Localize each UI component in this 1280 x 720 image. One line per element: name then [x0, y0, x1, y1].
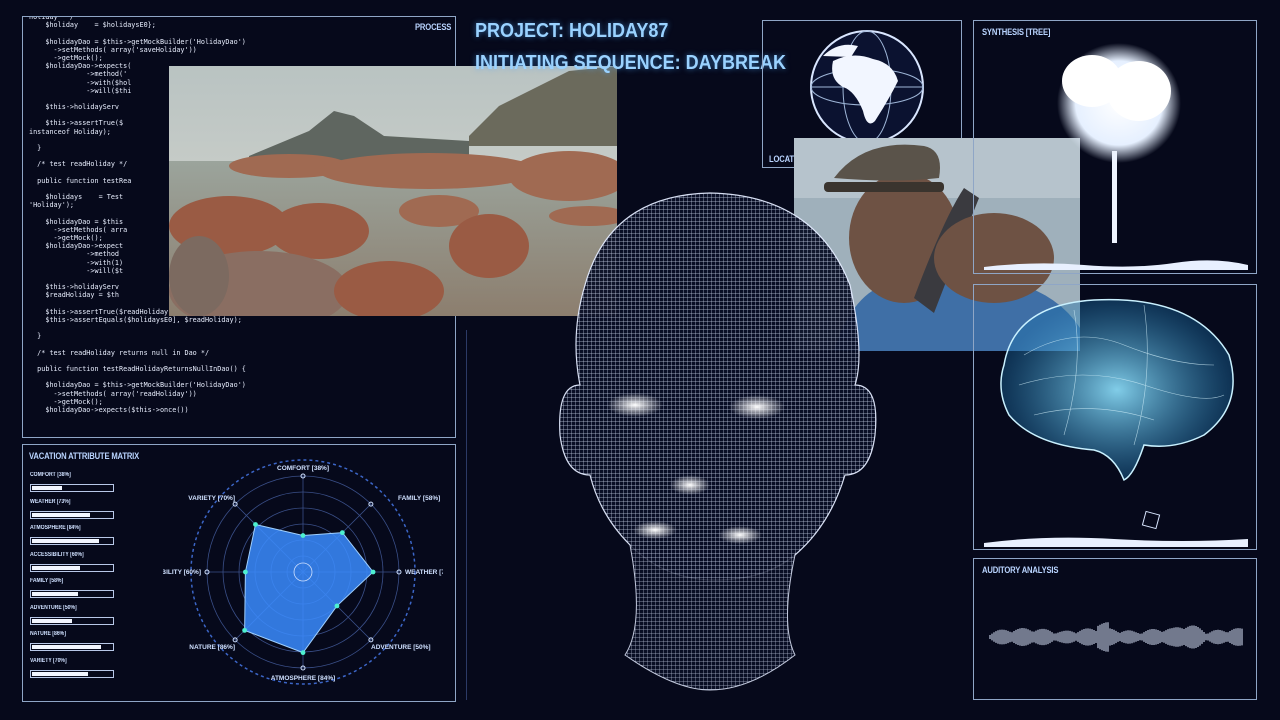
attribute-bar-fill	[32, 645, 101, 649]
process-title: PROCESS	[415, 22, 452, 32]
attribute-bar-fill	[32, 539, 100, 543]
attribute-bar-fill	[32, 618, 72, 623]
attribute-bar	[30, 563, 114, 572]
attribute-label: WEATHER [73%]	[30, 498, 71, 505]
attribute-label: FAMILY [58%]	[30, 578, 64, 584]
radar-point	[300, 533, 306, 538]
attribute-bar-fill	[32, 565, 80, 570]
sequence-title: INITIATING SEQUENCE: DAYBREAK	[475, 52, 787, 74]
radar-chart: COMFORT [38%] FAMILY [58%] WEATHER [73%] AD…	[163, 459, 443, 685]
attribute-label: ADVENTURE [50%]	[30, 604, 77, 611]
wireframe-head	[559, 192, 877, 691]
attribute-bar-fill	[32, 592, 79, 596]
attribute-bar	[30, 669, 114, 678]
radar-label-accessibility: ACCESSIBILITY [60%]	[163, 569, 201, 576]
attribute-label: NATURE [86%]	[30, 631, 66, 637]
attribute-bar	[30, 616, 114, 625]
radar-point	[243, 569, 248, 575]
center-divider	[466, 330, 467, 700]
attribute-bar-fill	[32, 512, 91, 517]
attribute-label: COMFORT [38%]	[30, 472, 71, 478]
radar-point	[242, 627, 248, 633]
code-line: public function testReadHolidayReturnsNu…	[29, 365, 246, 374]
attribute-label: ATMOSPHERE [84%]	[30, 525, 81, 531]
tree-visual	[984, 43, 1248, 270]
audio-waveform	[989, 622, 1243, 652]
attribute-bar	[30, 484, 114, 492]
radar-point	[339, 530, 345, 536]
radar-point	[370, 569, 376, 575]
code-line: }	[29, 332, 42, 341]
attribute-bar-fill	[32, 671, 88, 676]
radar-label-nature: NATURE [86%]	[189, 644, 235, 651]
code-line: ->getMock();	[29, 397, 103, 406]
project-title: PROJECT: HOLIDAY87	[475, 20, 669, 42]
radar-label-family: FAMILY [58%]	[398, 495, 440, 502]
radar-label-atmosphere: ATMOSPHERE [84%]	[271, 675, 336, 682]
radar-point	[253, 522, 258, 527]
radar-point	[334, 603, 340, 609]
radar-label-variety: VARIETY [70%]	[188, 495, 235, 502]
code-line: $holidayDao = $this->getMockBuilder('Hol…	[29, 381, 246, 390]
code-line: $holidayDao = $this->getMockBuilder('Hol…	[29, 37, 246, 46]
radar-point	[300, 650, 306, 656]
auditory-panel: AUDITORY ANALYSIS	[973, 558, 1257, 700]
radar-label-comfort: COMFORT [38%]	[277, 465, 329, 472]
attribute-label: ACCESSIBILITY [60%]	[30, 551, 84, 558]
code-line: ->setMethods( array('readHoliday'))	[29, 389, 197, 398]
code-line: ->getMock();	[29, 53, 103, 62]
code-line: $holiday = $holidaysE0};	[29, 21, 156, 30]
code-line: /* test readHoliday returns null in Dao …	[29, 348, 210, 357]
radar-label-weather: WEATHER [73%]	[405, 569, 443, 576]
attribute-bar	[30, 590, 114, 598]
attribute-bar-fill	[32, 486, 63, 490]
attribute-bar	[30, 537, 114, 545]
radar-label-adventure: ADVENTURE [50%]	[371, 644, 431, 651]
synthesis-panel: SYNTHESIS [TREE]	[973, 20, 1257, 274]
code-line: $holidayDao->expects($this->once())	[29, 406, 189, 414]
matrix-title: VACATION ATTRIBUTE MATRIX	[29, 451, 140, 461]
brain-panel	[973, 284, 1257, 550]
attribute-bar	[30, 510, 114, 519]
code-line: $this->assertEquals($holidaysE0], $readH…	[29, 315, 242, 324]
attribute-label: VARIETY [70%]	[30, 657, 67, 664]
attribute-bar	[30, 643, 114, 651]
code-line: ->setMethods( array('saveHoliday'))	[29, 45, 197, 54]
brain-visual	[984, 298, 1248, 547]
location-title: LOCATI	[769, 154, 796, 164]
